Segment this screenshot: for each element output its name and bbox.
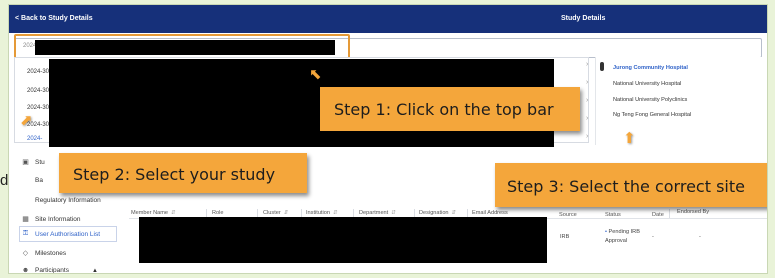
institution-option[interactable]: Ng Teng Fong General Hospital (613, 112, 691, 118)
sidebar-item-site-information[interactable]: ▦ Site Information (21, 215, 81, 224)
step1-callout: Step 1: Click on the top bar (320, 87, 580, 131)
chevron-right-icon: › (586, 61, 589, 68)
study-option[interactable]: 2024-30 (27, 88, 49, 94)
scroll-indicator-icon (600, 62, 604, 71)
column-header-department[interactable]: Department ⇵ (359, 210, 396, 216)
status-dot-icon: • (605, 229, 607, 235)
pointer-arrow-icon: ⬈ (20, 112, 33, 129)
institution-option[interactable]: National University Hospital (613, 81, 681, 87)
sidebar-item-participants[interactable]: ☻ Participants ▲ (21, 267, 98, 274)
chevron-up-icon[interactable]: ▲ (92, 268, 98, 274)
sort-icon: ⇵ (451, 210, 457, 216)
sidebar-item-label: Milestones (35, 249, 67, 257)
chevron-right-icon: › (586, 133, 589, 140)
sidebar-item-user-authorisation[interactable]: ⚿ User Authorisation List (21, 230, 100, 238)
outer-fragment-letter: d (0, 172, 8, 189)
cell-source: IRB (560, 234, 570, 240)
institution-option-selected[interactable]: Jurong Community Hospital (613, 65, 688, 71)
cell-status: • Pending IRB (605, 229, 640, 235)
column-header-designation[interactable]: Designation ⇵ (419, 210, 456, 216)
study-option[interactable]: 2024-30 (27, 69, 49, 75)
sidebar-item-label: User Authorisation List (35, 230, 101, 238)
study-option-selected[interactable]: 2024- (27, 136, 42, 142)
cell-status-line2: Approval (605, 238, 628, 244)
sidebar-item-label: Participants (35, 267, 69, 274)
sidebar-item-milestones[interactable]: ◇ Milestones (21, 249, 67, 258)
sidebar-subitem-regulatory[interactable]: Regulatory Information (35, 197, 101, 204)
column-header-date[interactable]: Date (652, 212, 664, 218)
step3-callout: Step 3: Select the correct site (495, 163, 767, 207)
chevron-right-icon: › (586, 115, 589, 122)
study-option[interactable]: 2024-30 (27, 105, 49, 111)
chevron-right-icon: › (586, 79, 589, 86)
milestone-icon: ◇ (22, 250, 29, 257)
sort-icon: ⇵ (283, 210, 289, 216)
pointer-arrow-icon: ⬆ (623, 130, 636, 147)
sort-icon: ⇵ (171, 210, 176, 216)
book-icon: ▣ (22, 159, 29, 166)
column-header-email-address[interactable]: Email Address (472, 210, 508, 216)
institution-option[interactable]: National University Polyclinics (613, 97, 687, 103)
top-nav-bar: < Back to Study Details Study Details (9, 5, 767, 33)
column-header-status[interactable]: Status (605, 212, 621, 218)
sidebar-item-study[interactable]: ▣ Stu (21, 158, 45, 167)
back-to-study-details-link[interactable]: < Back to Study Details (15, 15, 93, 22)
step2-callout: Step 2: Select your study (59, 153, 307, 193)
sidebar-item-label: Site Information (35, 215, 81, 223)
column-header-member-name[interactable]: Member Name ⇵ (131, 210, 176, 216)
building-icon: ▦ (22, 216, 29, 223)
pointer-arrow-icon: ⬉ (309, 66, 322, 83)
sidebar-item-label: Stu (35, 158, 45, 166)
sort-icon: ⇵ (332, 210, 338, 216)
app-window: < Back to Study Details Study Details 20… (8, 4, 768, 274)
cell-endorsed-by: - (699, 234, 701, 240)
column-header-institution[interactable]: Institution ⇵ (306, 210, 338, 216)
chevron-right-icon: › (586, 97, 589, 104)
redaction-block (139, 217, 547, 263)
lock-icon: ⚿ (22, 230, 29, 237)
column-header-cluster[interactable]: Cluster ⇵ (263, 210, 288, 216)
column-divider (669, 209, 670, 218)
people-icon: ☻ (21, 267, 30, 274)
cell-date: - (652, 234, 654, 240)
sort-icon: ⇵ (391, 210, 396, 216)
column-header-role[interactable]: Role (212, 210, 224, 216)
column-header-source[interactable]: Source (559, 212, 577, 218)
column-header-endorsed-by[interactable]: Endorsed By (677, 209, 709, 215)
page-title: Study Details (561, 15, 606, 22)
sidebar-subitem-basic[interactable]: Ba (35, 177, 43, 184)
